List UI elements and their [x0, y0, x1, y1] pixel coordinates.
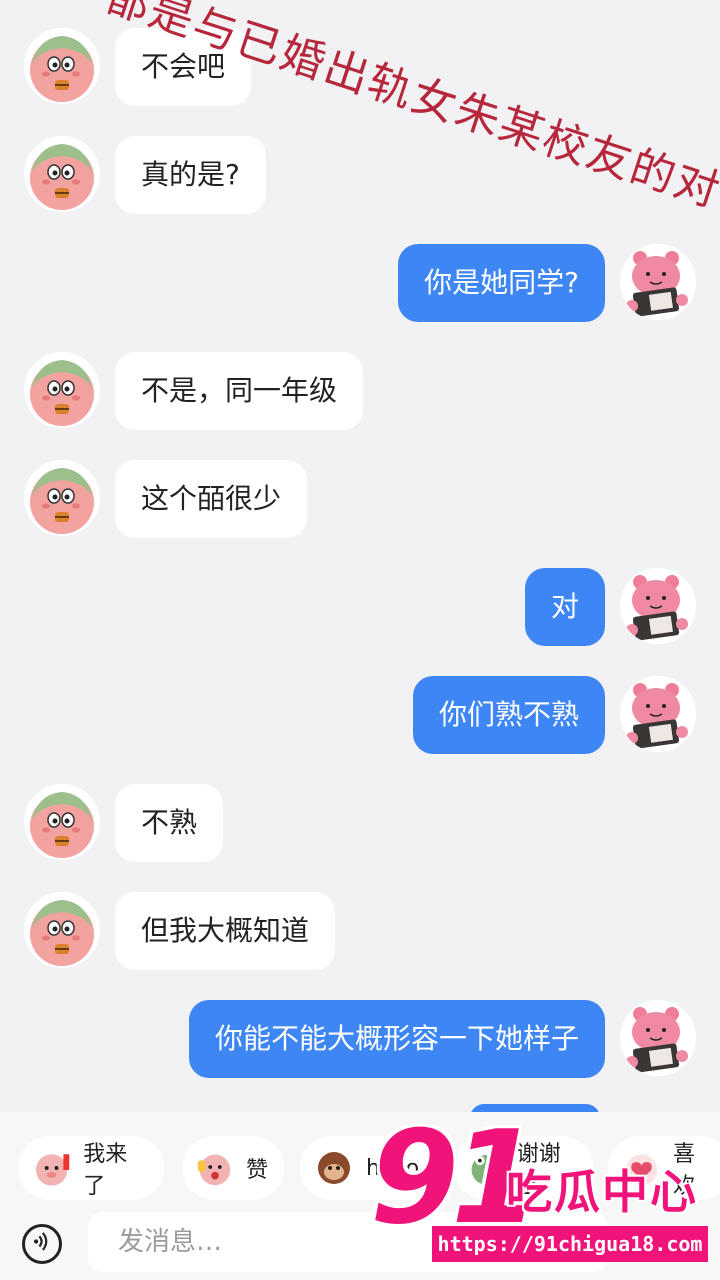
outgoing-message[interactable]: 你们熟不熟 — [412, 676, 605, 754]
chat-area: 不会吧 真的是? 你是她同学? 不是，同一年级 这个皕很少 对 你们熟不熟 不熟… — [0, 0, 720, 1124]
chip-label: 赞 — [245, 1158, 268, 1183]
site-watermark-logo: 91 吃瓜中心 https://91chigua18.com — [370, 1104, 720, 1270]
chip-label: 我来了 — [83, 1142, 128, 1199]
contact-avatar[interactable] — [24, 136, 100, 212]
outgoing-message[interactable]: 你是她同学? — [398, 244, 605, 322]
quick-reply-chip[interactable]: 赞 — [182, 1136, 284, 1200]
monkey-emoji-icon — [318, 1152, 350, 1184]
incoming-message[interactable]: 这个皕很少 — [115, 460, 308, 538]
quick-reply-chip[interactable]: 我来了 — [18, 1136, 164, 1200]
contact-avatar[interactable] — [24, 28, 100, 104]
incoming-message[interactable]: 不熟 — [115, 784, 224, 862]
incoming-message[interactable]: 不是，同一年级 — [115, 352, 364, 430]
piglet-emoji-icon — [35, 1154, 70, 1186]
thumbs-up-emoji-icon — [197, 1154, 231, 1186]
self-avatar[interactable] — [620, 1000, 696, 1076]
self-avatar[interactable] — [620, 244, 696, 320]
contact-avatar[interactable] — [24, 784, 100, 860]
contact-avatar[interactable] — [24, 352, 100, 428]
logo-url: https://91chigua18.com — [432, 1226, 708, 1262]
outgoing-message[interactable]: 对 — [524, 568, 605, 646]
contact-avatar[interactable] — [24, 892, 100, 968]
self-avatar[interactable] — [620, 676, 696, 752]
contact-avatar[interactable] — [24, 460, 100, 536]
outgoing-message[interactable]: 你能不能大概形容一下她样子 — [188, 1000, 605, 1078]
incoming-message[interactable]: 真的是? — [115, 136, 266, 214]
logo-name: 吃瓜中心 — [506, 1165, 698, 1219]
voice-input-button[interactable] — [22, 1224, 62, 1264]
self-avatar[interactable] — [620, 568, 696, 644]
incoming-message[interactable]: 但我大概知道 — [115, 892, 336, 970]
voice-wave-icon — [33, 1232, 48, 1251]
